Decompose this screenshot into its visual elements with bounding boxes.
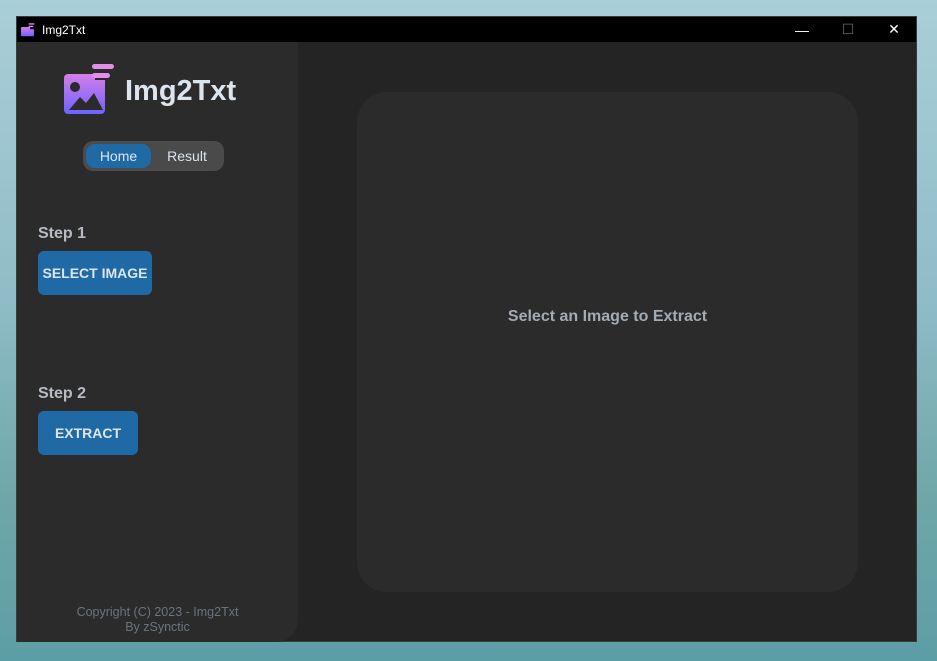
minimize-button[interactable]: — bbox=[779, 17, 825, 42]
image-text-logo-icon bbox=[64, 64, 114, 114]
step2-label: Step 2 bbox=[38, 385, 87, 402]
tab-home[interactable]: Home bbox=[86, 144, 151, 168]
app-title: Img2Txt bbox=[125, 75, 237, 107]
select-image-button[interactable]: SELECT IMAGE bbox=[38, 251, 152, 295]
app-icon bbox=[21, 22, 35, 36]
maximize-button[interactable]: ☐ bbox=[825, 17, 871, 42]
copyright-text: Copyright (C) 2023 - Img2Txt bbox=[76, 605, 239, 619]
tab-switcher: Home Result bbox=[83, 141, 224, 171]
footer: Copyright (C) 2023 - Img2Txt By zSynctic bbox=[17, 605, 298, 635]
tab-result[interactable]: Result bbox=[153, 144, 221, 168]
app-window: Img2Txt — ☐ ✕ Img2Txt Home Result Step 1… bbox=[16, 16, 917, 642]
close-button[interactable]: ✕ bbox=[871, 17, 917, 42]
extract-button[interactable]: EXTRACT bbox=[38, 411, 138, 455]
image-preview-panel: Select an Image to Extract bbox=[357, 92, 858, 592]
step1-label: Step 1 bbox=[38, 225, 87, 242]
window-title: Img2Txt bbox=[42, 22, 86, 37]
title-bar[interactable]: Img2Txt — ☐ ✕ bbox=[17, 17, 916, 42]
placeholder-text: Select an Image to Extract bbox=[507, 308, 708, 325]
author-text: By zSynctic bbox=[125, 620, 190, 634]
sidebar: Img2Txt Home Result Step 1 SELECT IMAGE … bbox=[17, 42, 298, 642]
